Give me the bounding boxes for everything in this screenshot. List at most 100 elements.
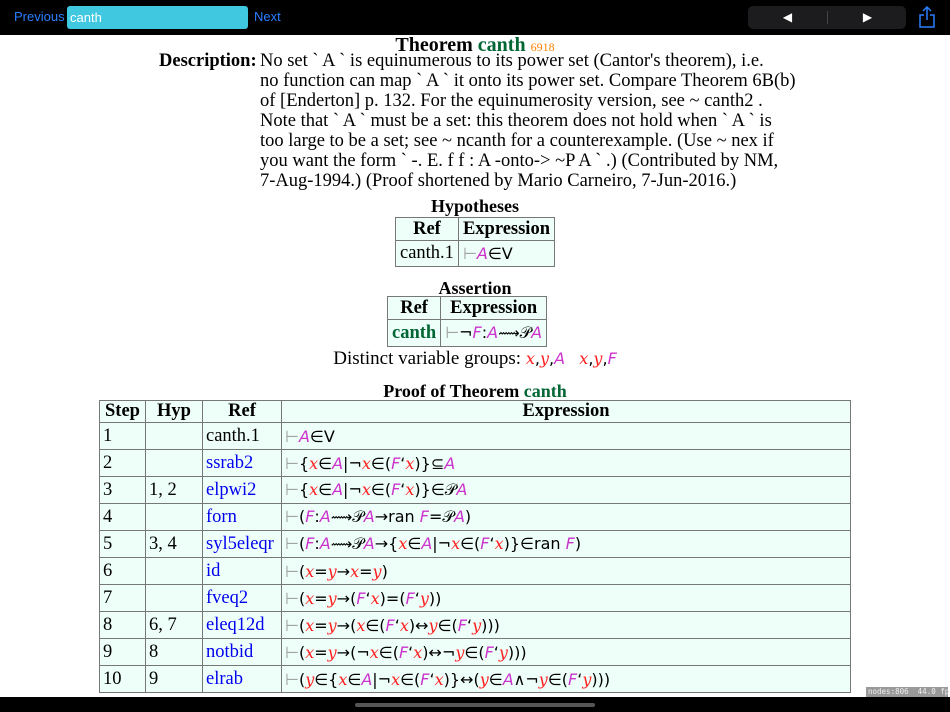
step-cell: 9: [99, 638, 146, 666]
classvar-A: A: [421, 534, 433, 553]
ref-link[interactable]: elpwi2: [206, 480, 256, 500]
math-symbol: ¬: [459, 323, 473, 342]
ref-link[interactable]: elrab: [206, 669, 243, 689]
classvar-F: F: [405, 588, 415, 608]
turnstile-symbol: ⊢: [285, 453, 299, 473]
ref-link[interactable]: notbid: [206, 642, 253, 662]
ref-cell: canth.1: [202, 422, 282, 450]
classvar-F: F: [457, 615, 467, 635]
turnstile-symbol: ⊢: [285, 588, 299, 608]
ref-link[interactable]: eleq12d: [206, 615, 265, 635]
math-symbol: {: [388, 534, 399, 553]
ref-link[interactable]: ssrab2: [206, 453, 253, 473]
classvar-F: F: [607, 349, 617, 368]
share-icon[interactable]: [918, 6, 936, 28]
math-symbol: ∈: [347, 669, 362, 689]
math-symbol: ∈: [460, 534, 475, 553]
ref-link[interactable]: syl5eleqr: [206, 534, 274, 554]
math-symbol: ∈: [487, 244, 502, 263]
classvar-F: F: [391, 453, 401, 473]
classvar-F: F: [356, 588, 366, 608]
math-symbol: ∈: [318, 453, 333, 473]
classvar-A: A: [487, 323, 499, 342]
ref-link[interactable]: forn: [206, 507, 237, 527]
step-cell: 2: [99, 449, 146, 477]
math-symbol: →: [336, 561, 351, 581]
distinct-label: Distinct variable groups:: [333, 348, 522, 369]
ref-cell: fveq2: [202, 584, 282, 612]
math-symbol: =: [314, 588, 328, 608]
math-symbol: ¬: [377, 669, 392, 689]
setvar-x: x: [391, 669, 401, 689]
math-symbol: {: [328, 669, 339, 689]
setvar-y: y: [372, 561, 382, 581]
setvar-x: x: [361, 480, 371, 499]
setvar-x: x: [579, 349, 589, 368]
turnstile-symbol: ⊢: [285, 669, 299, 689]
math-symbol: ): [435, 588, 442, 608]
math-symbol: →: [374, 534, 389, 553]
next-match-button[interactable]: Next: [254, 9, 281, 24]
turnstile-symbol: ⊢: [285, 615, 299, 635]
ref-cell: forn: [202, 503, 282, 531]
classvar-F: F: [420, 669, 430, 689]
math-symbol: }: [509, 534, 521, 553]
classvar-A: A: [361, 669, 373, 689]
math-symbol: ¬: [356, 642, 370, 662]
step-cell: 10: [99, 665, 146, 693]
back-icon[interactable]: ◀: [748, 6, 827, 29]
ref-cell: ssrab2: [202, 449, 282, 477]
math-symbol: ⊆: [430, 453, 445, 473]
math-symbol: ∈: [370, 453, 385, 473]
hypotheses-table: Ref Expression canth.1 ⊢A∈V: [395, 217, 555, 267]
math-symbol: ): [603, 669, 611, 689]
proof-step-row: 9 8 notbid ⊢(x=y→(¬x∈(F‘x)↔¬y∈(F‘y))): [99, 638, 851, 666]
math-symbol: }: [420, 480, 431, 499]
turnstile-symbol: ⊢: [462, 244, 477, 263]
classvar-A: A: [456, 480, 468, 499]
description-line: of [Enderton] p. 132. For the equinumero…: [260, 91, 763, 111]
expression-cell: ⊢(F:A⟿𝒫A→ran F=𝒫A): [281, 503, 851, 531]
hyp-cell: 1, 2: [145, 476, 203, 504]
debug-overlay: nodes:806 44.0 fps: [866, 687, 950, 697]
setvar-x: x: [413, 642, 423, 662]
setvar-x: x: [369, 642, 379, 662]
expression-cell: ⊢A∈V: [281, 422, 851, 450]
setvar-y: y: [327, 588, 337, 608]
math-symbol: ∈: [520, 534, 534, 553]
home-indicator[interactable]: [355, 703, 595, 707]
setvar-x: x: [451, 534, 461, 553]
math-symbol: =: [428, 507, 443, 526]
turnstile-symbol: ⊢: [285, 480, 299, 499]
setvar-y: y: [327, 642, 337, 662]
expression-cell: ⊢(F:A⟿𝒫A→{x∈A|¬x∈(F‘x)}∈ran F): [281, 530, 851, 558]
math-symbol: }: [420, 453, 431, 473]
math-symbol: ∈: [464, 642, 479, 662]
classvar-F: F: [484, 642, 494, 662]
classvar-A: A: [319, 507, 331, 526]
math-symbol: ): [381, 561, 388, 581]
classvar-A: A: [363, 534, 375, 553]
find-in-page-input[interactable]: [67, 6, 248, 29]
math-symbol: ∈: [400, 669, 415, 689]
column-header-step: Step: [99, 400, 146, 423]
ref-cell: id: [202, 557, 282, 585]
previous-match-button[interactable]: Previous: [14, 9, 65, 24]
turnstile-symbol: ⊢: [285, 561, 299, 581]
proof-step-row: 2 ssrab2 ⊢{x∈A|¬x∈(F‘x)}⊆A: [99, 449, 851, 477]
hypotheses-title: Hypotheses: [430, 196, 519, 216]
math-symbol: 𝒫: [352, 534, 364, 553]
step-cell: 6: [99, 557, 146, 585]
forward-icon[interactable]: ▶: [828, 6, 907, 29]
math-symbol: =: [314, 615, 328, 635]
math-symbol: 𝒫: [444, 480, 457, 499]
expression-cell: ⊢(x=y→(F‘x)=(F‘y)): [281, 584, 851, 612]
math-symbol: ∈: [430, 480, 445, 499]
column-header-ref: Ref: [395, 217, 459, 241]
math-symbol: }: [449, 669, 461, 689]
ref-link[interactable]: id: [206, 561, 220, 581]
ref-cell: elrab: [202, 665, 282, 693]
ref-link[interactable]: fveq2: [206, 588, 248, 608]
math-symbol: ∈: [437, 615, 452, 635]
classvar-F: F: [565, 534, 575, 553]
